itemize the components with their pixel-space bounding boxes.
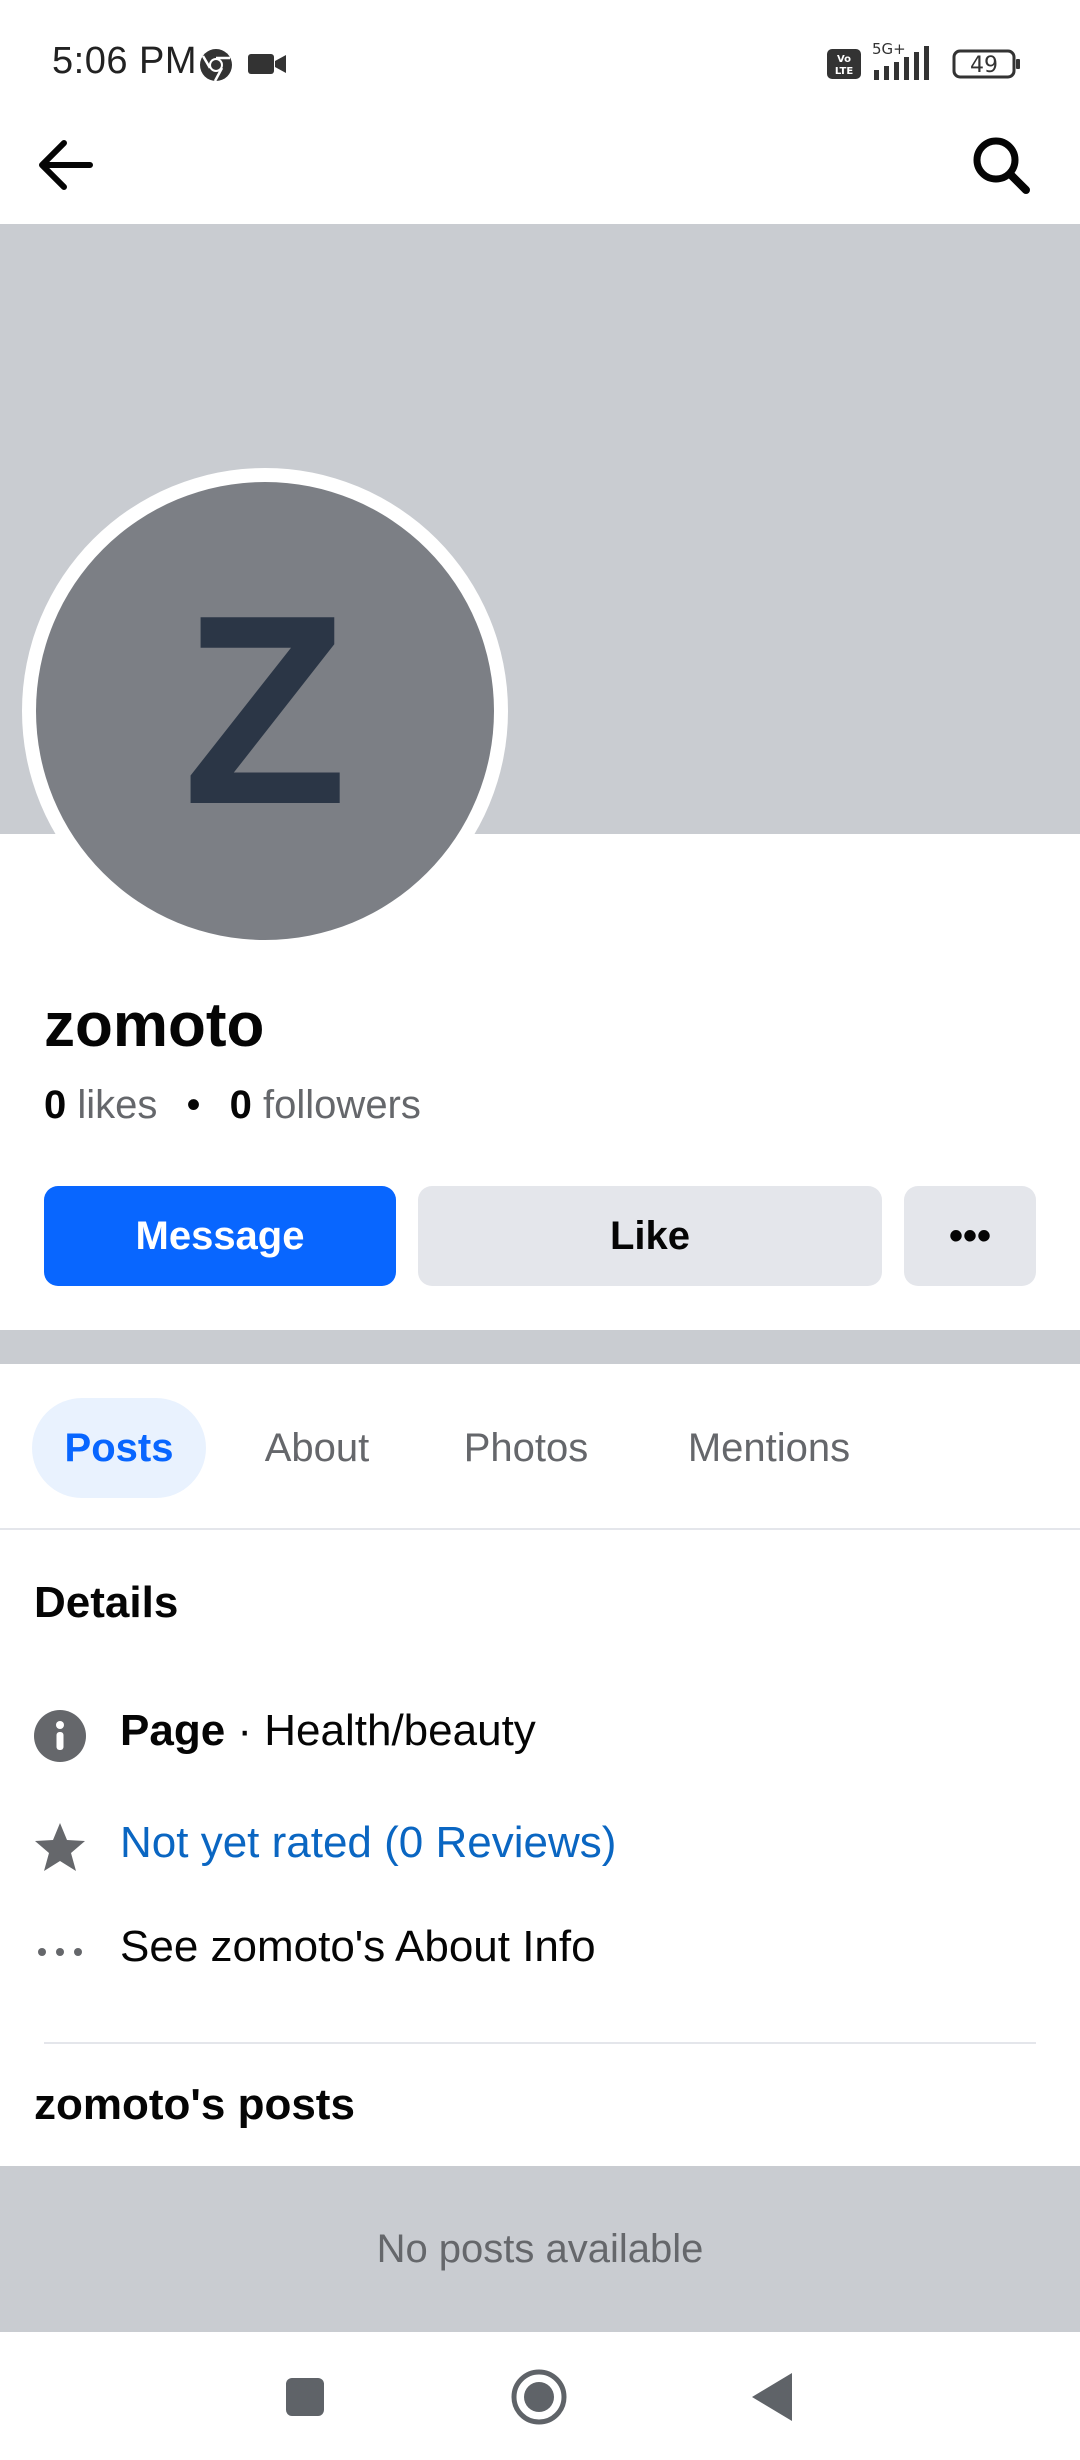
status-time: 5:06 PM xyxy=(52,40,198,82)
more-options-button[interactable]: ••• xyxy=(904,1186,1036,1286)
battery-level: 49 xyxy=(970,53,998,78)
detail-row-page-category: Page · Health/beauty xyxy=(0,1692,1080,1772)
page-title: zomoto xyxy=(44,991,265,1060)
followers-count: 0 xyxy=(229,1083,252,1127)
star-icon xyxy=(35,1823,85,1871)
signal-icon: 5G+ xyxy=(872,40,929,80)
stats-separator: • xyxy=(186,1083,201,1127)
top-app-bar xyxy=(0,130,1080,224)
status-bar: 5:06 PM Vo LTE 5G+ 49 xyxy=(0,0,1080,130)
more-dots-icon xyxy=(38,1948,82,1956)
network-label: 5G+ xyxy=(872,40,906,58)
tab-about[interactable]: About xyxy=(236,1398,398,1498)
divider-line xyxy=(44,2042,1036,2044)
about-info-link[interactable]: See zomoto's About Info xyxy=(120,1922,596,1972)
recents-square-icon[interactable] xyxy=(284,2376,326,2418)
details-heading: Details xyxy=(34,1578,179,1627)
video-camera-icon xyxy=(248,54,286,74)
tab-photos[interactable]: Photos xyxy=(438,1398,614,1498)
detail-row-about-info[interactable]: See zomoto's About Info xyxy=(0,1908,1080,1988)
avatar-letter: Z xyxy=(182,560,348,861)
detail-row-rating[interactable]: Not yet rated (0 Reviews) xyxy=(0,1804,1080,1884)
posts-heading: zomoto's posts xyxy=(34,2080,355,2129)
search-icon[interactable] xyxy=(966,130,1036,200)
chrome-icon xyxy=(200,49,232,82)
like-button[interactable]: Like xyxy=(418,1186,882,1286)
empty-posts-message: No posts available xyxy=(0,2166,1080,2332)
followers-label: followers xyxy=(263,1083,421,1127)
avatar[interactable]: Z xyxy=(36,482,494,940)
svg-text:LTE: LTE xyxy=(835,66,854,77)
tab-posts[interactable]: Posts xyxy=(32,1398,206,1498)
battery-icon: 49 xyxy=(952,49,1020,79)
page-category: · Health/beauty xyxy=(225,1706,536,1755)
page-category-text: Page · Health/beauty xyxy=(120,1706,536,1756)
back-arrow-icon[interactable] xyxy=(30,130,100,200)
likes-count: 0 xyxy=(44,1083,67,1127)
back-triangle-icon[interactable] xyxy=(748,2370,796,2424)
profile-tabs: Posts About Photos Mentions xyxy=(0,1364,1080,1530)
system-navigation-bar xyxy=(0,2332,1080,2460)
rating-link[interactable]: Not yet rated (0 Reviews) xyxy=(120,1818,616,1868)
page-label: Page xyxy=(120,1706,226,1755)
tab-mentions[interactable]: Mentions xyxy=(664,1398,874,1498)
svg-text:Vo: Vo xyxy=(837,54,851,65)
home-circle-icon[interactable] xyxy=(510,2368,568,2426)
info-icon xyxy=(34,1710,86,1762)
volte-icon: Vo LTE xyxy=(827,49,861,79)
message-button[interactable]: Message xyxy=(44,1186,396,1286)
facebook-page-profile: 5:06 PM Vo LTE 5G+ 49 Z zomoto 0 likes •… xyxy=(0,0,1080,2460)
page-stats: 0 likes • 0 followers xyxy=(44,1083,421,1128)
likes-label: likes xyxy=(77,1083,158,1127)
section-divider xyxy=(0,1330,1080,1364)
